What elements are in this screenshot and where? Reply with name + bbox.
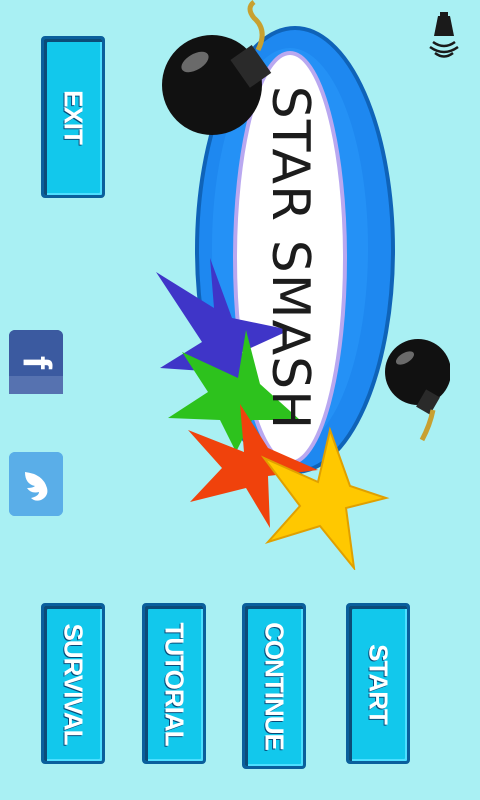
- exit-button[interactable]: EXIT: [41, 36, 105, 198]
- facebook-button[interactable]: f: [9, 330, 63, 394]
- title-logo: STAR SMASH: [150, 0, 451, 572]
- twitter-bird-icon: [9, 452, 63, 516]
- continue-button-label: CONTINUE: [259, 622, 290, 750]
- screen: { "game": { "title": "STAR SMASH" }, "me…: [0, 0, 480, 800]
- tutorial-button[interactable]: TUTORIAL: [142, 603, 206, 764]
- start-button[interactable]: START: [346, 603, 410, 764]
- survival-button[interactable]: SURVIVAL: [41, 603, 105, 764]
- start-button-label: START: [363, 643, 394, 724]
- tutorial-button-label: TUTORIAL: [159, 622, 190, 745]
- game-title: STAR SMASH: [260, 85, 320, 431]
- continue-button[interactable]: CONTINUE: [242, 603, 306, 769]
- twitter-button[interactable]: [9, 452, 63, 516]
- facebook-glyph: f: [14, 355, 59, 369]
- exit-button-label: EXIT: [58, 90, 89, 144]
- survival-button-label: SURVIVAL: [58, 622, 89, 745]
